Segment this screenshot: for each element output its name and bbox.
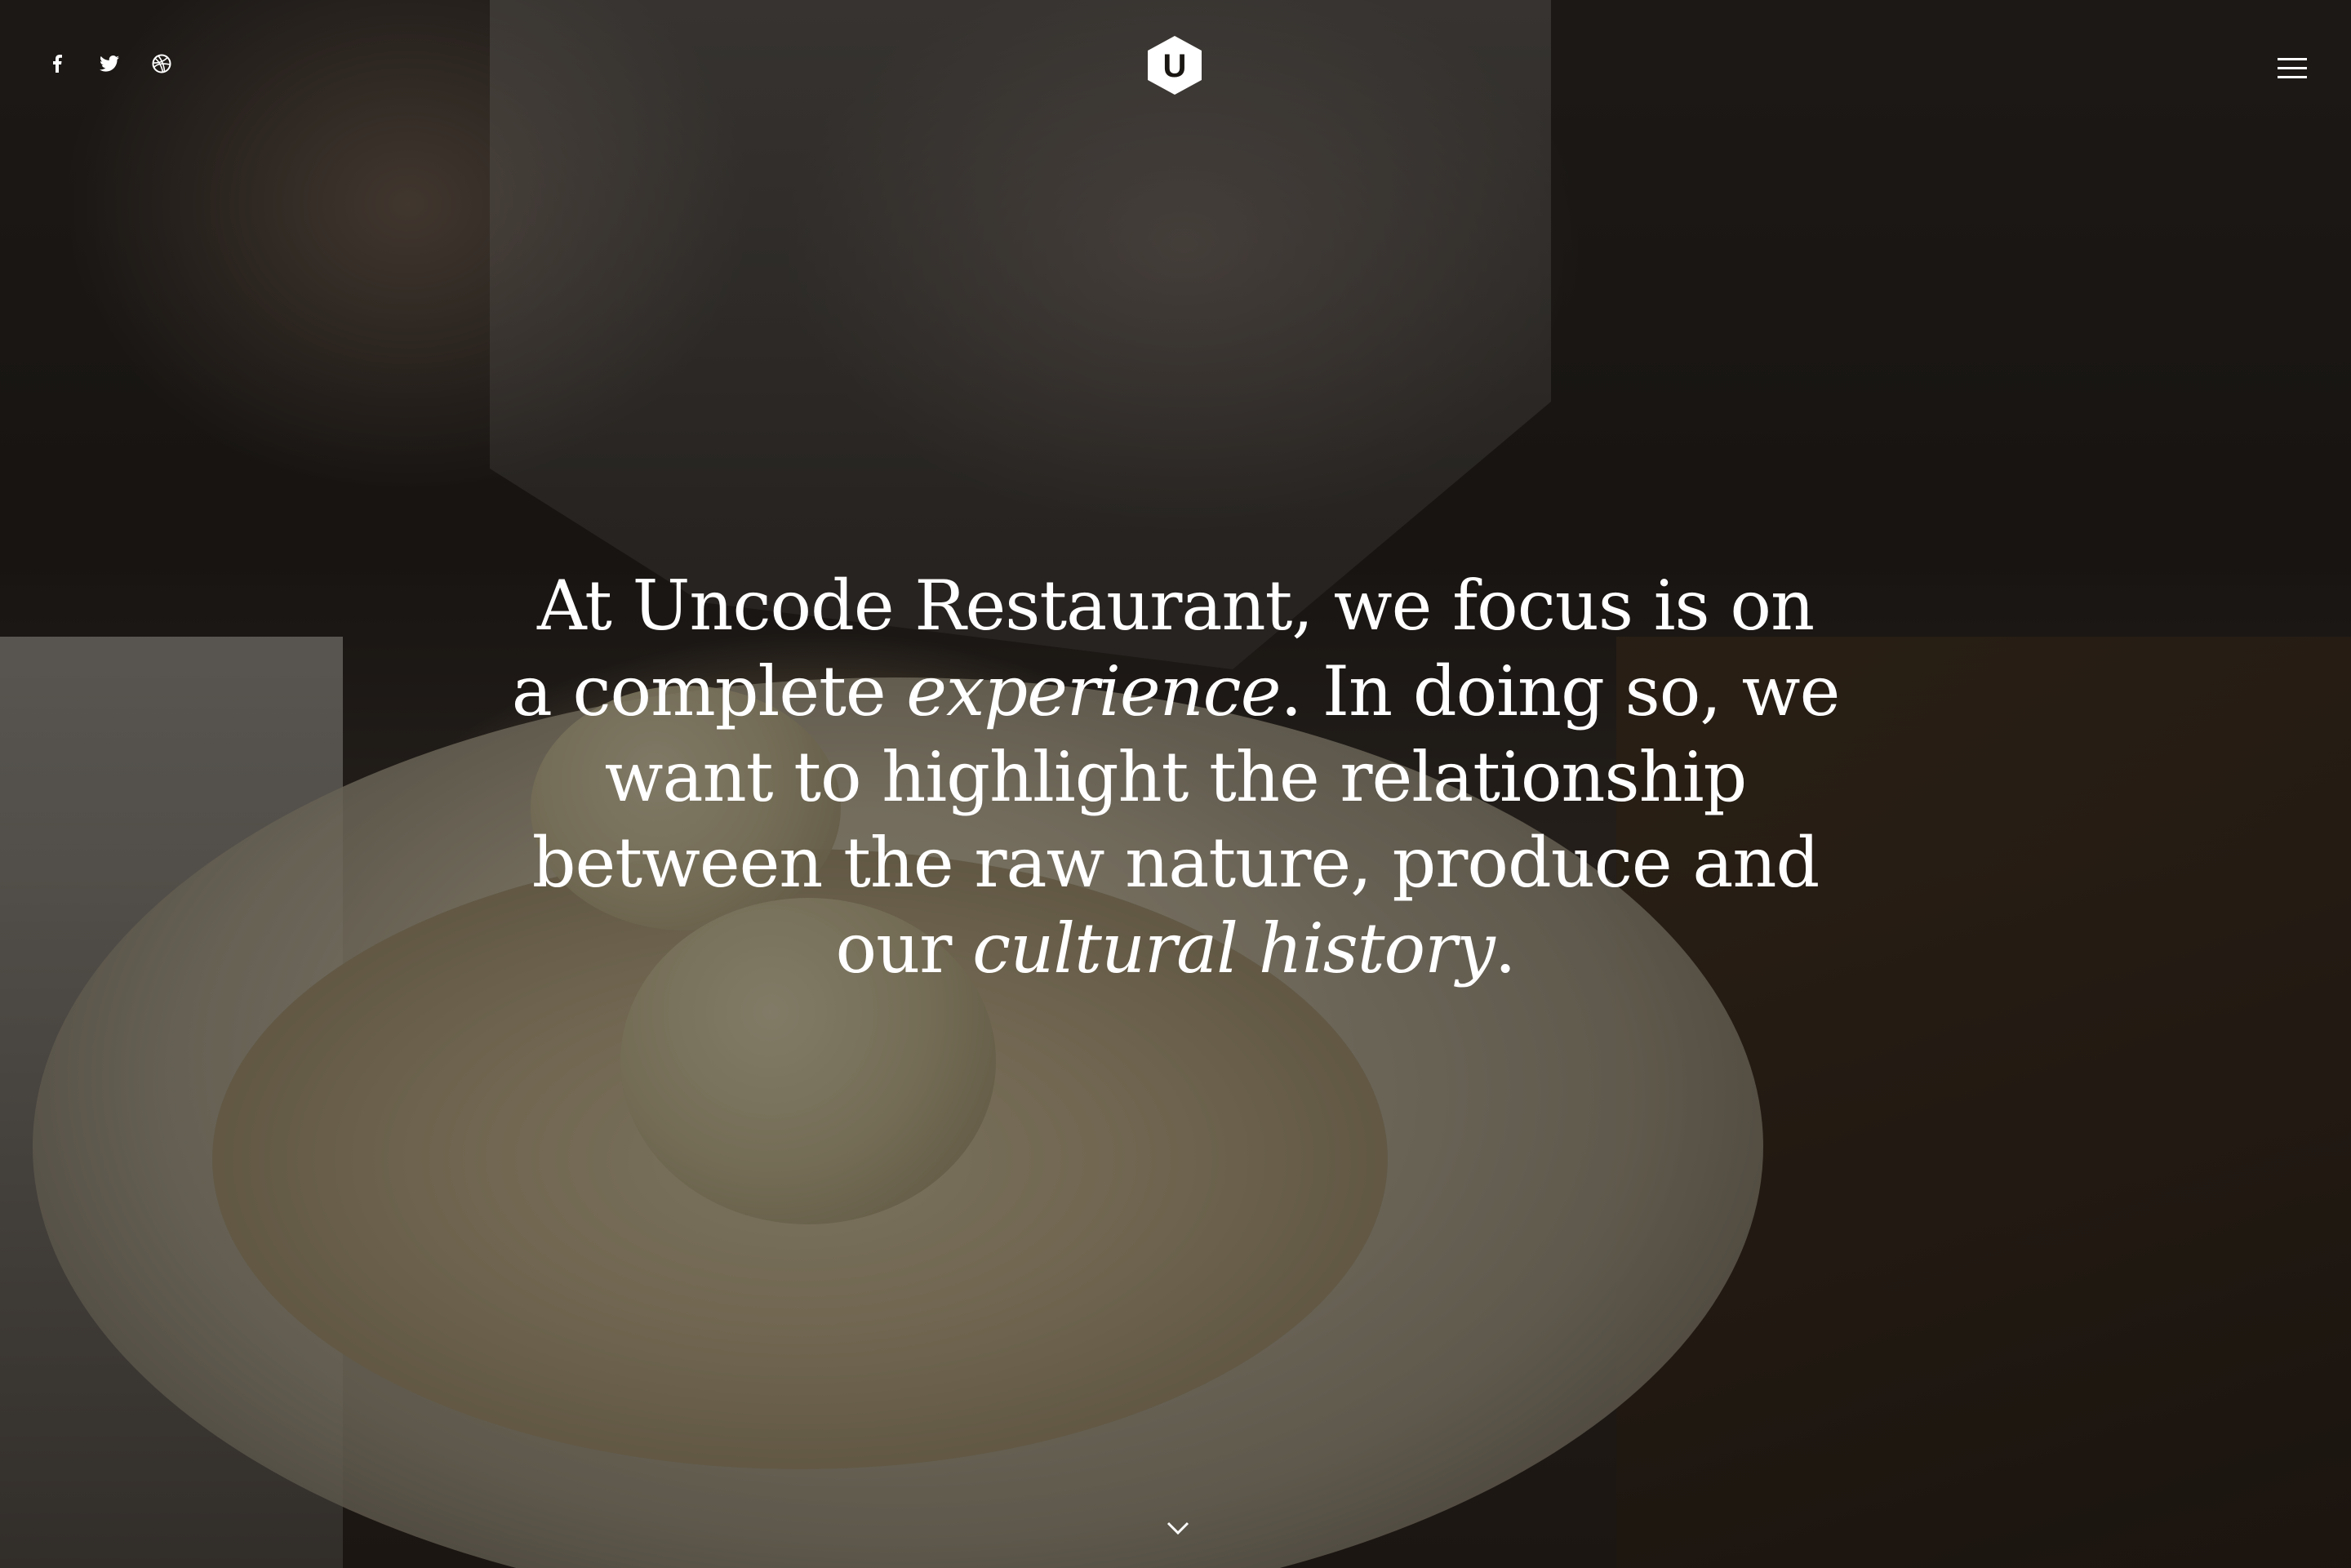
headline-emphasis-experience: experience <box>906 651 1281 731</box>
hero-headline: At Uncode Restaurant, we focus is on a c… <box>490 563 1861 992</box>
headline-line-1: At Uncode Restaurant, we focus is on <box>536 566 1815 646</box>
menu-bar <box>2278 67 2307 69</box>
logo[interactable]: U <box>1148 36 1202 95</box>
logo-letter: U <box>1163 48 1187 84</box>
headline-line-2b: . In doing so, we <box>1280 651 1840 731</box>
twitter-icon[interactable] <box>100 54 119 73</box>
social-links <box>47 54 171 73</box>
hamburger-menu-icon[interactable] <box>2278 56 2307 80</box>
headline-emphasis-cultural-history: cultural history <box>972 908 1495 988</box>
headline-line-4: between the raw nature, produce and <box>531 823 1820 903</box>
menu-bar <box>2278 76 2307 78</box>
menu-bar <box>2278 58 2307 60</box>
hero-section: U At Uncode Restaurant, we focus is on a… <box>0 0 2351 1568</box>
chevron-down-icon[interactable] <box>1166 1520 1190 1536</box>
headline-line-2a: a complete <box>511 651 907 731</box>
headline-line-5a: our <box>835 908 973 988</box>
facebook-icon[interactable] <box>47 54 67 73</box>
headline-line-5b: . <box>1494 908 1517 988</box>
dribbble-icon[interactable] <box>152 54 171 73</box>
headline-line-3: want to highlight the relationship <box>604 737 1748 817</box>
